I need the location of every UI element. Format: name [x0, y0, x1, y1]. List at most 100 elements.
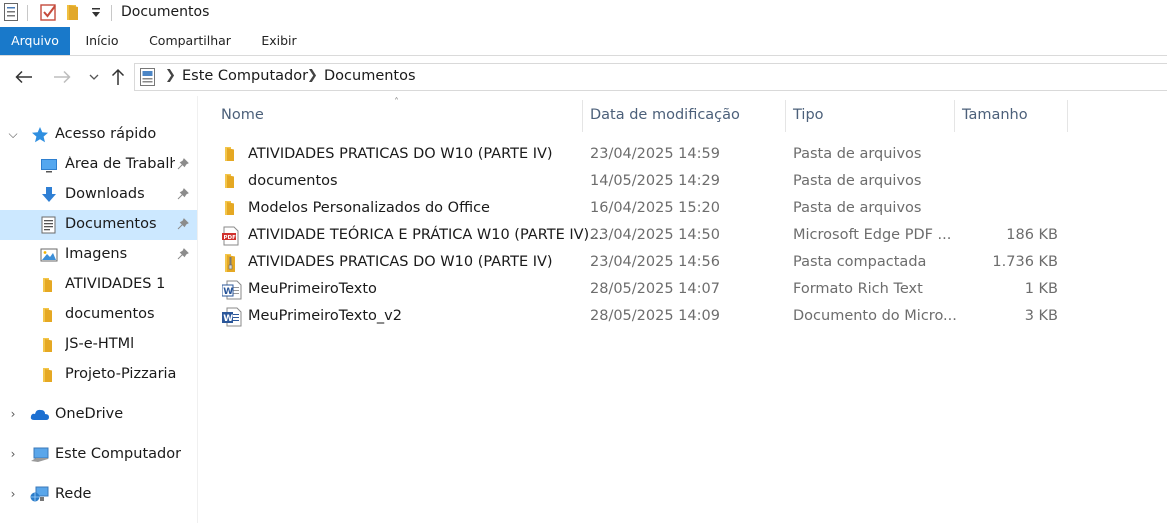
breadcrumb-chevron-icon[interactable]: ❯ — [165, 68, 176, 83]
sidebar-item-onedrive[interactable]: › OneDrive — [0, 400, 197, 430]
column-header-type[interactable]: Tipo — [793, 107, 824, 131]
sidebar-item-area-de-trabalho[interactable]: Área de Trabalho — [0, 150, 197, 180]
breadcrumb-documentos[interactable]: Documentos — [324, 68, 416, 84]
file-row[interactable]: Modelos Personalizados do Office 16/04/2… — [216, 195, 1076, 222]
pin-icon — [177, 218, 189, 234]
svg-text:W: W — [223, 287, 233, 297]
address-bar[interactable]: ❯ Este Computador ❯ Documentos — [134, 63, 1167, 91]
sidebar-item-label: Acesso rápido — [55, 126, 157, 142]
column-divider[interactable] — [785, 100, 786, 132]
file-date: 23/04/2025 14:59 — [590, 146, 720, 162]
desktop-icon — [40, 156, 58, 174]
file-name: ATIVIDADES PRATICAS DO W10 (PARTE IV) — [248, 254, 553, 270]
computer-icon — [30, 446, 49, 464]
back-button[interactable] — [13, 66, 35, 88]
title-separator — [111, 5, 112, 21]
sidebar-item-downloads[interactable]: Downloads — [0, 180, 197, 210]
sidebar-item-projeto-pizzaria[interactable]: Projeto-Pizzaria — [0, 360, 197, 390]
tab-inicio[interactable]: Início — [79, 27, 125, 55]
column-divider[interactable] — [582, 100, 583, 132]
breadcrumb-chevron-icon[interactable]: ❯ — [307, 68, 318, 83]
file-date: 16/04/2025 15:20 — [590, 200, 720, 216]
file-type: Formato Rich Text — [793, 281, 923, 297]
tab-arquivo[interactable]: Arquivo — [0, 27, 70, 55]
breadcrumb-este-computador[interactable]: Este Computador — [182, 68, 308, 84]
column-divider[interactable] — [1067, 100, 1068, 132]
sidebar-item-atividades-1[interactable]: ATIVIDADES 1 — [0, 270, 197, 300]
column-header-size[interactable]: Tamanho — [962, 107, 1028, 131]
sidebar-item-label: Rede — [55, 486, 92, 502]
file-size: 1.736 KB — [992, 254, 1058, 270]
sidebar-item-label: Área de Trabalho — [65, 156, 175, 172]
folder-icon — [222, 145, 242, 165]
folder-icon — [40, 276, 58, 294]
sidebar-item-documentos[interactable]: Documentos — [0, 210, 197, 240]
folder-icon — [40, 366, 58, 384]
sidebar-item-imagens[interactable]: Imagens — [0, 240, 197, 270]
window-title: Documentos — [121, 4, 210, 20]
chevron-right-icon[interactable]: › — [6, 487, 20, 501]
column-divider[interactable] — [954, 100, 955, 132]
sidebar-item-label: Este Computador — [55, 446, 182, 462]
file-name: documentos — [248, 173, 338, 189]
sidebar-item-label: Documentos — [65, 216, 157, 232]
column-header-date[interactable]: Data de modificação — [590, 107, 740, 131]
svg-text:PDF: PDF — [224, 235, 237, 241]
folder-icon — [222, 199, 242, 219]
file-name: MeuPrimeiroTexto_v2 — [248, 308, 402, 324]
file-size: 1 KB — [1024, 281, 1058, 297]
sidebar-item-js-e-html[interactable]: JS-e-HTMl — [0, 330, 197, 360]
file-row[interactable]: ATIVIDADES PRATICAS DO W10 (PARTE IV) 23… — [216, 249, 1076, 276]
navigation-pane: ⌵ Acesso rápido Área de Trabalho Downloa… — [0, 96, 198, 523]
sidebar-item-rede[interactable]: › Rede — [0, 480, 197, 510]
chevron-right-icon[interactable]: › — [6, 407, 20, 421]
recent-locations-button[interactable] — [83, 66, 105, 88]
new-folder-icon[interactable] — [66, 3, 80, 25]
file-date: 28/05/2025 14:09 — [590, 308, 720, 324]
back-arrow-icon — [15, 70, 32, 84]
sidebar-item-documentos-folder[interactable]: documentos — [0, 300, 197, 330]
sidebar-item-label: JS-e-HTMl — [65, 336, 135, 352]
chevron-down-icon — [89, 74, 99, 80]
tab-compartilhar[interactable]: Compartilhar — [143, 27, 237, 55]
chevron-right-icon[interactable]: › — [6, 447, 20, 461]
sidebar-item-label: OneDrive — [55, 406, 124, 422]
file-date: 23/04/2025 14:56 — [590, 254, 720, 270]
title-bar: Documentos — [0, 0, 1167, 27]
sidebar-item-acesso-rapido[interactable]: ⌵ Acesso rápido — [0, 120, 197, 150]
forward-button[interactable] — [51, 66, 73, 88]
pin-icon — [177, 158, 189, 174]
file-date: 14/05/2025 14:29 — [590, 173, 720, 189]
rtf-document-icon: W — [221, 280, 242, 300]
file-row[interactable]: ATIVIDADES PRATICAS DO W10 (PARTE IV) 23… — [216, 141, 1076, 168]
file-size: 186 KB — [1006, 227, 1058, 243]
documents-icon — [40, 216, 58, 234]
file-date: 23/04/2025 14:50 — [590, 227, 720, 243]
forward-arrow-icon — [54, 70, 71, 84]
location-icon — [140, 68, 156, 90]
sidebar-item-label: documentos — [65, 306, 155, 322]
svg-text:W: W — [223, 314, 233, 324]
file-row[interactable]: W MeuPrimeiroTexto_v2 28/05/2025 14:09 D… — [216, 303, 1076, 330]
file-row[interactable]: documentos 14/05/2025 14:29 Pasta de arq… — [216, 168, 1076, 195]
quick-access-separator — [27, 5, 28, 21]
customize-toolbar-icon[interactable] — [91, 7, 101, 23]
file-type: Microsoft Edge PDF ... — [793, 227, 952, 243]
up-button[interactable] — [107, 66, 129, 88]
cloud-icon — [30, 406, 49, 424]
folder-icon — [40, 306, 58, 324]
file-row[interactable]: PDF ATIVIDADE TEÓRICA E PRÁTICA W10 (PAR… — [216, 222, 1076, 249]
file-name: ATIVIDADE TEÓRICA E PRÁTICA W10 (PARTE I… — [248, 227, 604, 243]
sidebar-item-label: Projeto-Pizzaria — [65, 366, 177, 382]
sidebar-item-este-computador[interactable]: › Este Computador — [0, 440, 197, 470]
column-header-name[interactable]: Nome — [221, 107, 264, 131]
chevron-down-icon[interactable]: ⌵ — [6, 127, 20, 142]
check-properties-icon[interactable] — [40, 3, 58, 25]
up-arrow-icon — [111, 68, 125, 85]
properties-icon[interactable] — [4, 3, 18, 25]
folder-icon — [222, 172, 242, 192]
tab-exibir[interactable]: Exibir — [254, 27, 304, 55]
sidebar-item-label: Downloads — [65, 186, 145, 202]
file-row[interactable]: W MeuPrimeiroTexto 28/05/2025 14:07 Form… — [216, 276, 1076, 303]
file-type: Pasta de arquivos — [793, 146, 922, 162]
